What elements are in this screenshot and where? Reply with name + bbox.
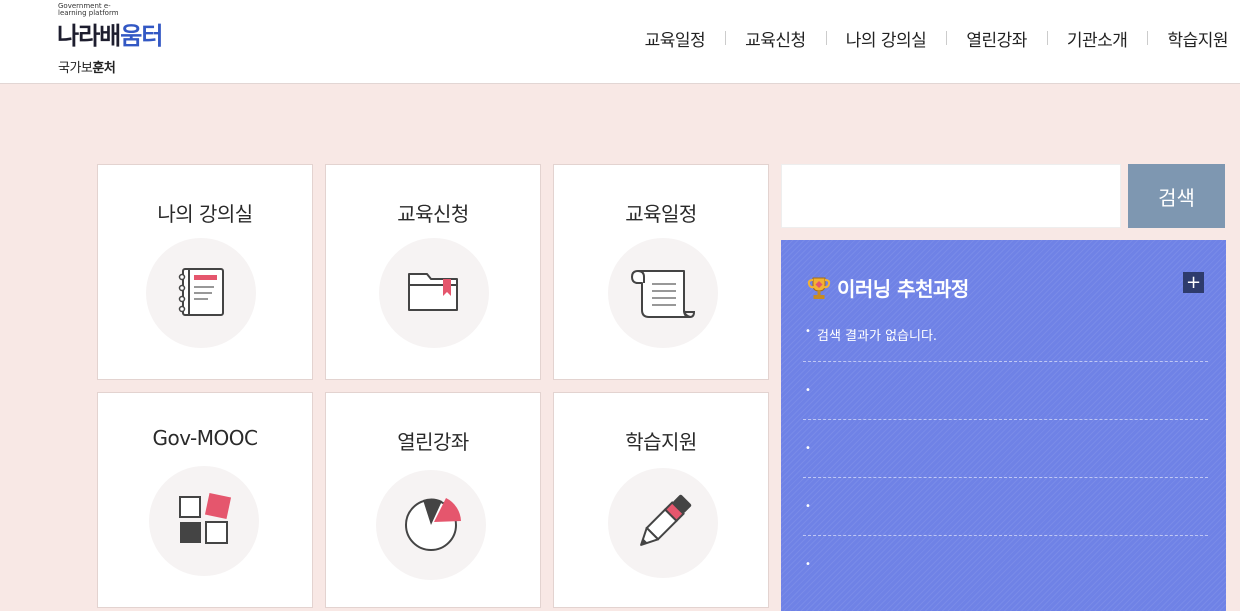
blocks-icon bbox=[149, 466, 259, 576]
nav-item-my-classroom[interactable]: 나의 강의실 bbox=[825, 26, 947, 51]
nav-item-schedule[interactable]: 교육일정 bbox=[625, 26, 726, 51]
nav-item-about[interactable]: 기관소개 bbox=[1046, 26, 1148, 51]
nav-item-open-lectures[interactable]: 열린강좌 bbox=[946, 26, 1047, 51]
ministry-name-part-2: 훈처 bbox=[92, 61, 116, 76]
card-schedule[interactable]: 교육일정 bbox=[553, 164, 769, 380]
notebook-icon bbox=[146, 238, 256, 348]
site-header: Government e-learning platform 나라배움터 국가보… bbox=[0, 0, 1240, 84]
card-open-lectures[interactable]: 열린강좌 bbox=[325, 392, 541, 608]
site-logo[interactable]: Government e-learning platform 나라배움터 bbox=[57, 2, 197, 51]
card-apply[interactable]: 교육신청 bbox=[325, 164, 541, 380]
logo-text-part-2: 움터 bbox=[120, 22, 163, 50]
nav-item-apply[interactable]: 교육신청 bbox=[725, 26, 826, 51]
panel-title: 이러닝 추천과정 bbox=[806, 273, 969, 302]
list-item[interactable] bbox=[803, 362, 1208, 420]
main-navigation: 교육일정 교육신청 나의 강의실 열린강좌 기관소개 학습지원 bbox=[625, 26, 1228, 51]
trophy-icon bbox=[806, 275, 832, 301]
logo-text-part-1: 나라배 bbox=[57, 22, 121, 50]
card-title: Gov-MOOC bbox=[152, 426, 258, 450]
list-item[interactable]: 검색 결과가 없습니다. bbox=[803, 313, 1208, 362]
card-my-classroom[interactable]: 나의 강의실 bbox=[97, 164, 313, 380]
pie-chart-icon bbox=[376, 470, 486, 580]
recommended-courses-panel: 이러닝 추천과정 + 검색 결과가 없습니다. bbox=[781, 240, 1226, 611]
more-button[interactable]: + bbox=[1183, 272, 1204, 293]
card-gov-mooc[interactable]: Gov-MOOC bbox=[97, 392, 313, 608]
card-support[interactable]: 학습지원 bbox=[553, 392, 769, 608]
search-button[interactable]: 검색 bbox=[1128, 164, 1225, 228]
list-item[interactable] bbox=[803, 536, 1208, 594]
folder-icon bbox=[379, 238, 489, 348]
ministry-name[interactable]: 국가보훈처 bbox=[58, 57, 116, 76]
search-input[interactable] bbox=[781, 164, 1121, 228]
scroll-icon bbox=[608, 238, 718, 348]
card-title: 교육일정 bbox=[625, 202, 697, 226]
logo-text: 나라배움터 bbox=[57, 16, 163, 51]
list-item[interactable] bbox=[803, 420, 1208, 478]
card-title: 학습지원 bbox=[625, 430, 697, 454]
logo-tagline: Government e-learning platform bbox=[58, 2, 119, 17]
pencil-icon bbox=[608, 468, 718, 578]
card-title: 열린강좌 bbox=[397, 430, 469, 454]
nav-item-support[interactable]: 학습지원 bbox=[1147, 26, 1228, 51]
panel-title-text: 이러닝 추천과정 bbox=[837, 277, 969, 301]
card-title: 교육신청 bbox=[397, 202, 469, 226]
recommended-course-list: 검색 결과가 없습니다. bbox=[803, 313, 1208, 594]
ministry-name-part-1: 국가보 bbox=[58, 61, 93, 76]
card-title: 나의 강의실 bbox=[157, 202, 253, 226]
list-item[interactable] bbox=[803, 478, 1208, 536]
